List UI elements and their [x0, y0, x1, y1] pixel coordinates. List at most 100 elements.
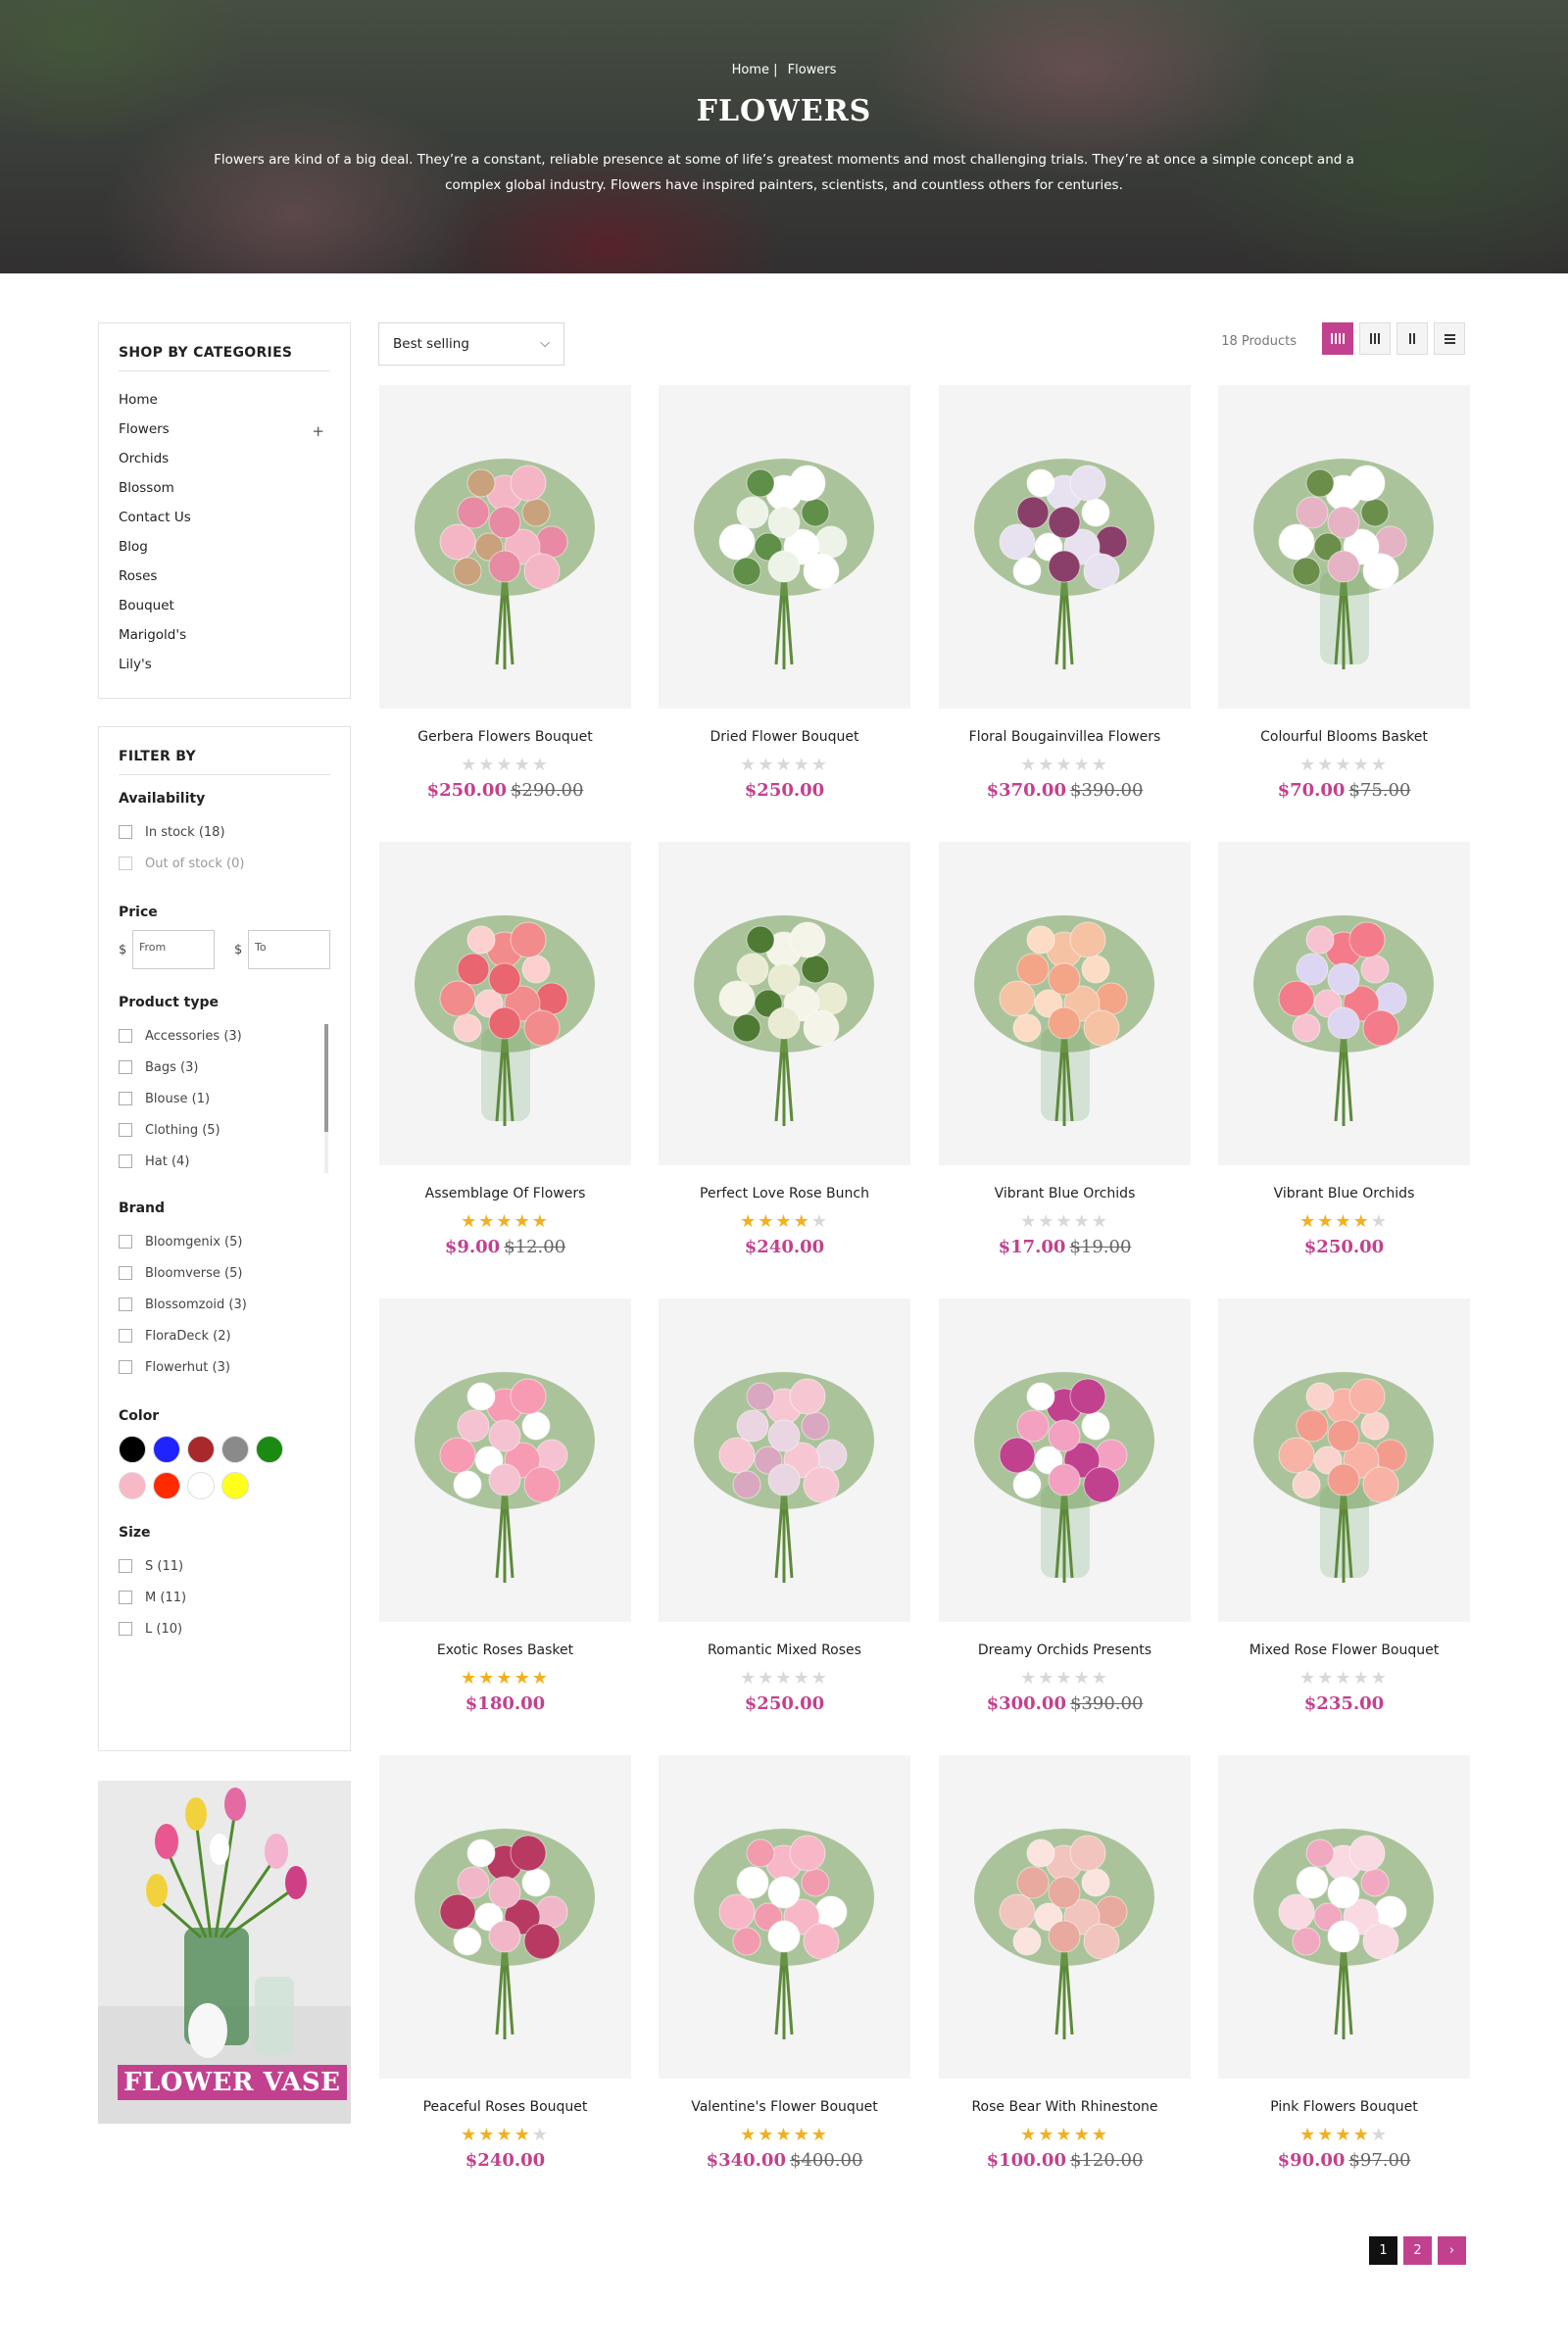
filter-brand-bloomverse[interactable]: Bloomverse (5): [119, 1257, 330, 1289]
checkbox[interactable]: [119, 1154, 132, 1168]
product-name[interactable]: Peaceful Roses Bouquet: [379, 2099, 631, 2119]
product-image[interactable]: [659, 1755, 910, 2079]
product-card[interactable]: Peaceful Roses Bouquet ★★★★★ $240.00: [379, 1755, 631, 2171]
checkbox[interactable]: [119, 1266, 132, 1280]
filter-clothing[interactable]: Clothing (5): [119, 1114, 330, 1146]
color-swatch[interactable]: [153, 1472, 180, 1499]
product-image[interactable]: [939, 1298, 1191, 1622]
price-from-input[interactable]: From: [132, 930, 215, 969]
filter-accessories[interactable]: Accessories (3): [119, 1020, 330, 1052]
checkbox[interactable]: [119, 1123, 132, 1137]
color-swatch[interactable]: [256, 1436, 283, 1463]
product-image[interactable]: [379, 385, 631, 709]
product-name[interactable]: Vibrant Blue Orchids: [1218, 1186, 1470, 1205]
checkbox[interactable]: [119, 1235, 132, 1249]
color-swatch[interactable]: [153, 1436, 180, 1463]
product-card[interactable]: Rose Bear With Rhinestone ★★★★★ $100.00 $12…: [939, 1755, 1191, 2171]
category-item-blossom[interactable]: Blossom: [119, 473, 330, 503]
product-card[interactable]: Vibrant Blue Orchids ★★★★★ $250.00: [1218, 842, 1470, 1257]
grid-3-view-button[interactable]: [1359, 322, 1391, 355]
expand-plus-icon[interactable]: +: [312, 416, 324, 446]
category-item-roses[interactable]: Roses: [119, 562, 330, 591]
checkbox[interactable]: [119, 1029, 132, 1043]
product-image[interactable]: [1218, 1755, 1470, 2079]
product-card[interactable]: Assemblage Of Flowers ★★★★★ $9.00 $12.00: [379, 842, 631, 1257]
category-item-marigolds[interactable]: Marigold's: [119, 620, 330, 650]
product-name[interactable]: Pink Flowers Bouquet: [1218, 2099, 1470, 2119]
product-name[interactable]: Mixed Rose Flower Bouquet: [1218, 1642, 1470, 1662]
product-image[interactable]: [379, 842, 631, 1165]
product-image[interactable]: [1218, 385, 1470, 709]
product-name[interactable]: Floral Bougainvillea Flowers: [939, 729, 1191, 749]
category-item-orchids[interactable]: Orchids: [119, 444, 330, 473]
category-item-blog[interactable]: Blog: [119, 532, 330, 562]
color-swatch[interactable]: [221, 1472, 249, 1499]
product-image[interactable]: [379, 1298, 631, 1622]
product-image[interactable]: [1218, 842, 1470, 1165]
checkbox[interactable]: [119, 1329, 132, 1343]
filter-in-stock[interactable]: In stock (18): [119, 816, 330, 848]
product-name[interactable]: Gerbera Flowers Bouquet: [379, 729, 631, 749]
promo-banner[interactable]: FLOWER VASE: [98, 1781, 351, 2124]
filter-brand-floradeck[interactable]: FloraDeck (2): [119, 1320, 330, 1351]
color-swatch[interactable]: [119, 1472, 146, 1499]
product-card[interactable]: Exotic Roses Basket ★★★★★ $180.00: [379, 1298, 631, 1714]
checkbox[interactable]: [119, 1360, 132, 1374]
category-item-contact-us[interactable]: Contact Us: [119, 503, 330, 532]
page-2-button[interactable]: 2: [1403, 2236, 1432, 2265]
product-image[interactable]: [659, 385, 910, 709]
category-item-lilys[interactable]: Lily's: [119, 650, 330, 679]
checkbox[interactable]: [119, 1591, 132, 1604]
breadcrumb-home[interactable]: Home |: [732, 63, 778, 77]
product-image[interactable]: [379, 1755, 631, 2079]
checkbox[interactable]: [119, 1559, 132, 1573]
product-card[interactable]: Dreamy Orchids Presents ★★★★★ $300.00 $390.…: [939, 1298, 1191, 1714]
filter-size-l[interactable]: L (10): [119, 1613, 330, 1644]
category-item-bouquet[interactable]: Bouquet: [119, 591, 330, 620]
product-card[interactable]: Perfect Love Rose Bunch ★★★★★ $240.00: [659, 842, 910, 1257]
product-image[interactable]: [939, 842, 1191, 1165]
product-image[interactable]: [939, 1755, 1191, 2079]
page-1-button[interactable]: 1: [1369, 2236, 1397, 2265]
product-image[interactable]: [659, 842, 910, 1165]
product-image[interactable]: [659, 1298, 910, 1622]
product-name[interactable]: Rose Bear With Rhinestone: [939, 2099, 1191, 2119]
product-card[interactable]: Floral Bougainvillea Flowers ★★★★★ $370.00…: [939, 385, 1191, 801]
filter-brand-blossomzoid[interactable]: Blossomzoid (3): [119, 1289, 330, 1320]
product-card[interactable]: Mixed Rose Flower Bouquet ★★★★★ $235.00: [1218, 1298, 1470, 1714]
product-name[interactable]: Perfect Love Rose Bunch: [659, 1186, 910, 1205]
checkbox[interactable]: [119, 1622, 132, 1636]
product-name[interactable]: Colourful Blooms Basket: [1218, 729, 1470, 749]
product-name[interactable]: Romantic Mixed Roses: [659, 1642, 910, 1662]
product-card[interactable]: Valentine's Flower Bouquet ★★★★★ $340.00 $4…: [659, 1755, 910, 2171]
filter-size-s[interactable]: S (11): [119, 1550, 330, 1582]
filter-out-of-stock[interactable]: Out of stock (0): [119, 848, 330, 879]
grid-2-view-button[interactable]: [1396, 322, 1428, 355]
product-name[interactable]: Dreamy Orchids Presents: [939, 1642, 1191, 1662]
color-swatch[interactable]: [187, 1472, 215, 1499]
checkbox[interactable]: [119, 857, 132, 870]
filter-brand-flowerhut[interactable]: Flowerhut (3): [119, 1351, 330, 1383]
product-card[interactable]: Pink Flowers Bouquet ★★★★★ $90.00 $97.00: [1218, 1755, 1470, 2171]
filter-bags[interactable]: Bags (3): [119, 1052, 330, 1083]
checkbox[interactable]: [119, 1060, 132, 1074]
product-name[interactable]: Vibrant Blue Orchids: [939, 1186, 1191, 1205]
product-name[interactable]: Assemblage Of Flowers: [379, 1186, 631, 1205]
product-card[interactable]: Gerbera Flowers Bouquet ★★★★★ $250.00 $290.…: [379, 385, 631, 801]
product-card[interactable]: Romantic Mixed Roses ★★★★★ $250.00: [659, 1298, 910, 1714]
product-card[interactable]: Colourful Blooms Basket ★★★★★ $70.00 $75.00: [1218, 385, 1470, 801]
product-name[interactable]: Valentine's Flower Bouquet: [659, 2099, 910, 2119]
category-item-home[interactable]: Home: [119, 385, 330, 415]
sort-dropdown[interactable]: Best selling ⌵: [378, 322, 564, 366]
product-name[interactable]: Exotic Roses Basket: [379, 1642, 631, 1662]
scrollbar-thumb[interactable]: [324, 1024, 328, 1132]
product-image[interactable]: [1218, 1298, 1470, 1622]
filter-size-m[interactable]: M (11): [119, 1582, 330, 1613]
filter-hat[interactable]: Hat (4): [119, 1146, 330, 1177]
grid-4-view-button[interactable]: [1322, 322, 1353, 355]
color-swatch[interactable]: [119, 1436, 146, 1463]
filter-blouse[interactable]: Blouse (1): [119, 1083, 330, 1114]
product-card[interactable]: Vibrant Blue Orchids ★★★★★ $17.00 $19.00: [939, 842, 1191, 1257]
product-card[interactable]: Dried Flower Bouquet ★★★★★ $250.00: [659, 385, 910, 801]
checkbox[interactable]: [119, 825, 132, 839]
